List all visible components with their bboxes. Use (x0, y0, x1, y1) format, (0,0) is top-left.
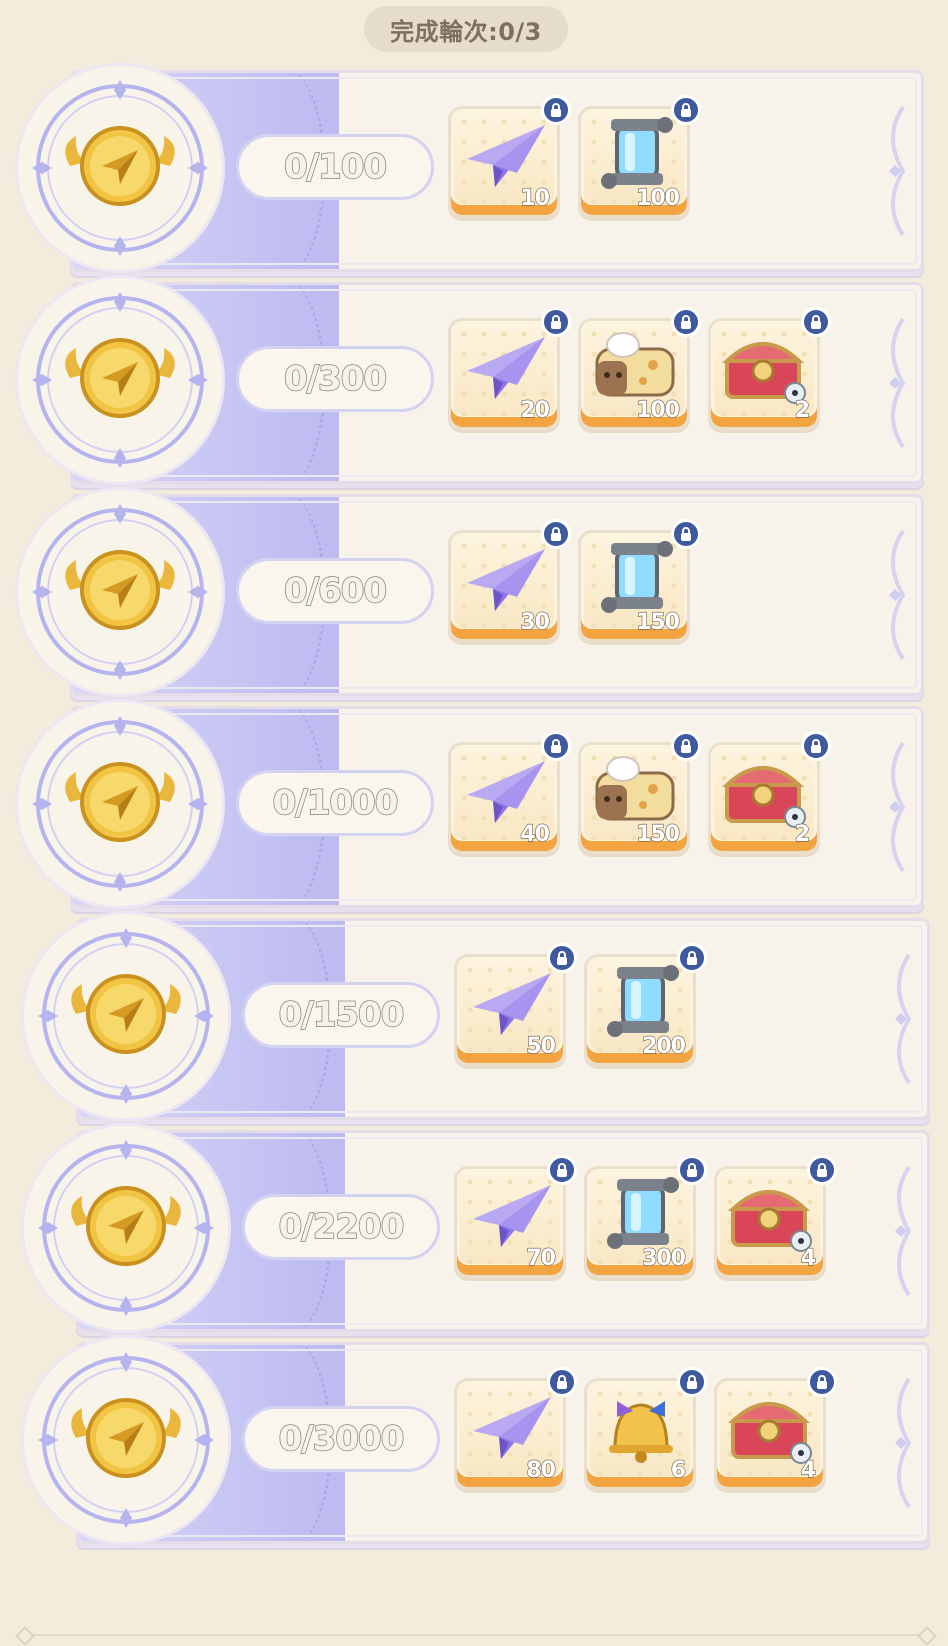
reward-quantity: 200 (641, 1033, 686, 1059)
reward-item[interactable]: 80 (454, 1367, 577, 1490)
swirl-ornament-icon (889, 529, 906, 661)
milestone-list: 0/100 10 100 0/300 20 100 2 0/600 30 150 0/1000 40 1… (0, 0, 948, 1646)
paper-plane-medal-icon (18, 702, 222, 906)
lock-icon (547, 1367, 577, 1397)
lock-icon (801, 731, 831, 761)
reward-item[interactable]: 300 (584, 1155, 707, 1278)
swirl-ornament-icon (889, 317, 906, 449)
swirl-ornament-icon (895, 1165, 912, 1297)
reward-item[interactable]: 30 (448, 519, 571, 642)
milestone-progress: 0/300 (236, 346, 434, 412)
reward-item[interactable]: 20 (448, 307, 571, 430)
paper-plane-medal-icon (24, 1338, 228, 1542)
lock-icon (807, 1367, 837, 1397)
reward-quantity: 30 (520, 609, 551, 635)
lock-icon (677, 1367, 707, 1397)
reward-quantity: 4 (800, 1457, 817, 1483)
milestone-progress: 0/1500 (242, 982, 440, 1048)
lock-icon (541, 731, 571, 761)
milestone-row: 0/2200 70 300 4 (6, 1126, 948, 1332)
reward-quantity: 300 (641, 1245, 686, 1271)
reward-item[interactable]: 6 (584, 1367, 707, 1490)
reward-quantity: 50 (526, 1033, 557, 1059)
swirl-ornament-icon (895, 1377, 912, 1509)
lock-icon (677, 1155, 707, 1185)
lock-icon (671, 95, 701, 125)
paper-plane-medal-icon (24, 1126, 228, 1330)
lock-icon (671, 519, 701, 549)
milestone-progress: 0/1000 (236, 770, 434, 836)
swirl-ornament-icon (889, 105, 906, 237)
reward-quantity: 70 (526, 1245, 557, 1271)
paper-plane-medal-icon (18, 490, 222, 694)
milestone-row: 0/3000 80 6 4 (6, 1338, 948, 1544)
reward-quantity: 20 (520, 397, 551, 423)
paper-plane-medal-icon (18, 66, 222, 270)
lock-icon (541, 307, 571, 337)
milestone-row: 0/100 10 100 (0, 66, 948, 272)
milestone-progress: 0/600 (236, 558, 434, 624)
bottom-divider (20, 1634, 928, 1636)
milestone-progress: 0/3000 (242, 1406, 440, 1472)
reward-item[interactable]: 200 (584, 943, 707, 1066)
reward-item[interactable]: 100 (578, 307, 701, 430)
reward-item[interactable]: 2 (708, 731, 831, 854)
reward-quantity: 150 (635, 821, 680, 847)
reward-quantity: 10 (520, 185, 551, 211)
reward-item[interactable]: 50 (454, 943, 577, 1066)
reward-quantity: 6 (670, 1457, 687, 1483)
reward-quantity: 150 (635, 609, 680, 635)
lock-icon (671, 307, 701, 337)
reward-item[interactable]: 4 (714, 1155, 837, 1278)
milestone-row: 0/1500 50 200 (6, 914, 948, 1120)
reward-item[interactable]: 100 (578, 95, 701, 218)
reward-item[interactable]: 2 (708, 307, 831, 430)
swirl-ornament-icon (889, 741, 906, 873)
reward-item[interactable]: 10 (448, 95, 571, 218)
reward-quantity: 100 (635, 397, 680, 423)
reward-quantity: 4 (800, 1245, 817, 1271)
reward-item[interactable]: 4 (714, 1367, 837, 1490)
reward-item[interactable]: 70 (454, 1155, 577, 1278)
paper-plane-medal-icon (18, 278, 222, 482)
lock-icon (671, 731, 701, 761)
lock-icon (541, 95, 571, 125)
reward-quantity: 100 (635, 185, 680, 211)
lock-icon (547, 1155, 577, 1185)
reward-item[interactable]: 40 (448, 731, 571, 854)
lock-icon (677, 943, 707, 973)
lock-icon (807, 1155, 837, 1185)
reward-item[interactable]: 150 (578, 731, 701, 854)
reward-quantity: 2 (794, 821, 811, 847)
reward-quantity: 80 (526, 1457, 557, 1483)
swirl-ornament-icon (895, 953, 912, 1085)
milestone-progress: 0/100 (236, 134, 434, 200)
lock-icon (541, 519, 571, 549)
lock-icon (801, 307, 831, 337)
milestone-row: 0/600 30 150 (0, 490, 948, 696)
reward-item[interactable]: 150 (578, 519, 701, 642)
paper-plane-medal-icon (24, 914, 228, 1118)
lock-icon (547, 943, 577, 973)
reward-quantity: 40 (520, 821, 551, 847)
milestone-row: 0/300 20 100 2 (0, 278, 948, 484)
milestone-progress: 0/2200 (242, 1194, 440, 1260)
milestone-row: 0/1000 40 150 2 (0, 702, 948, 908)
reward-quantity: 2 (794, 397, 811, 423)
